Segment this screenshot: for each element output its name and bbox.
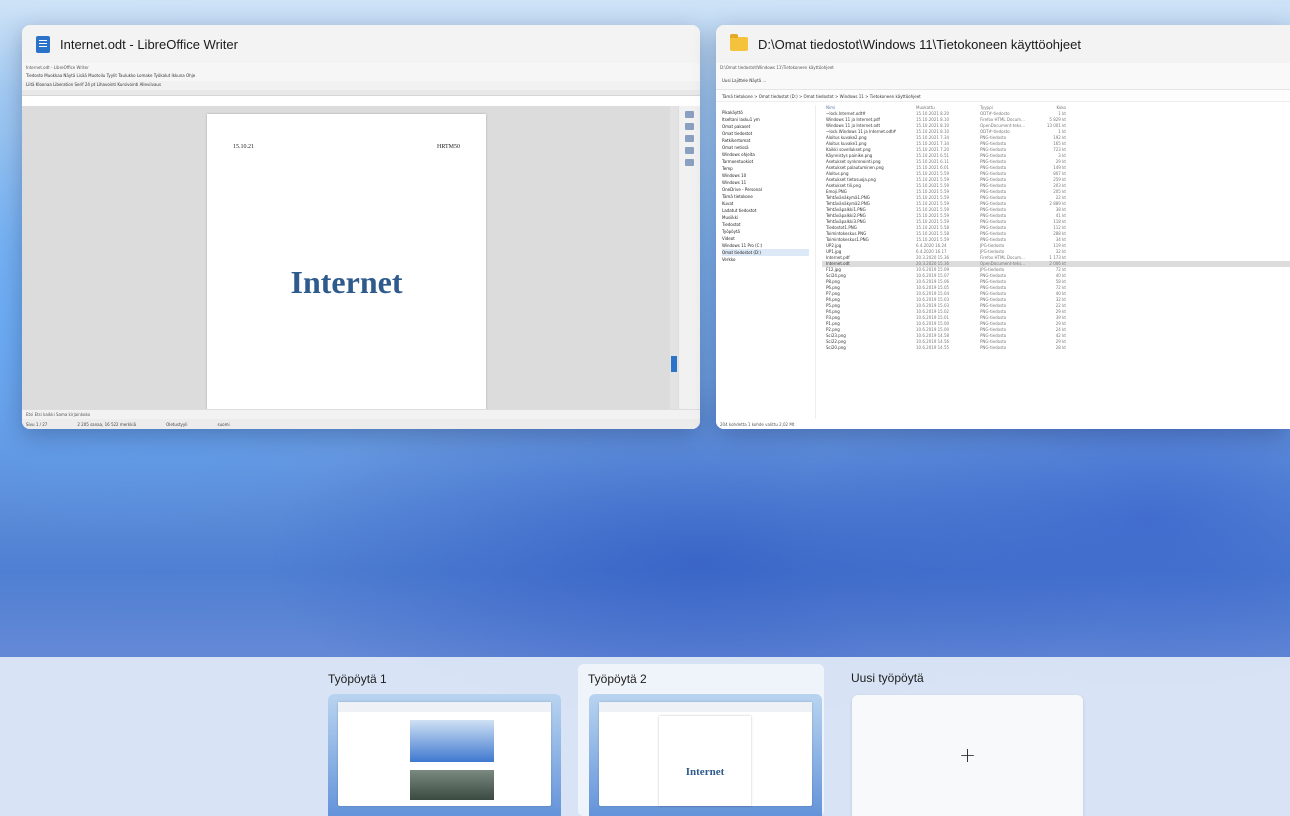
desktop-2[interactable]: Työpöytä 2 Internet [578,664,824,816]
page-header-right: HRTM50 [437,144,460,150]
navigator-icon [685,147,694,154]
nav-item[interactable]: Omat pakaset [722,123,809,130]
nav-item[interactable]: Omat tiedostot [722,130,809,137]
nav-item[interactable]: Tiedostot [722,221,809,228]
writer-toolbar: Liitä Kloonaa Liberation Serif 24 pt Lih… [22,81,700,90]
writer-window-preview: Internet.odt - LibreOffice Writer Tiedos… [22,63,700,429]
explorer-status-bar: 204 kohdetta 1 kohde valittu 2,02 Mt [716,419,1290,429]
file-cell: Sci20.png [826,345,846,350]
nav-item[interactable]: Windows 11 Pro (C:) [722,242,809,249]
nav-item[interactable]: Temp [722,165,809,172]
page-header-left: 15.10.21 [233,144,254,150]
writer-document-icon [36,35,50,53]
explorer-navigation-pane: Pikakäyttö Itseltani lasku1 ym Omat pakase… [716,105,816,419]
writer-window-title: Internet.odt - LibreOffice Writer [60,36,238,52]
nav-item[interactable]: Ladatut tiedostot [722,207,809,214]
thumb-page-heading: Internet [685,766,725,778]
writer-document-area: 15.10.21 HRTM50 Internet [22,106,678,419]
nav-item[interactable]: Windows 11 [722,179,809,186]
desktop-2-label: Työpöytä 2 [588,672,647,686]
file-cell: PNG-tiedosto [980,345,1007,350]
explorer-window-card[interactable]: D:\Omat tiedostot\Windows 11\Tietokoneen… [716,25,1290,429]
nav-item[interactable]: Pikakäyttö [722,109,809,116]
new-desktop-button[interactable]: + [852,695,1083,816]
nav-item[interactable]: Windows ohjeita [722,151,809,158]
explorer-file-list: Nimi Muokattu Tyyppi Koko ~lock.Internet.odt… [822,105,1290,419]
desktop-2-window-preview: Internet [599,702,812,806]
nav-item[interactable]: Omat netissä [722,144,809,151]
desktop-2-thumbnail[interactable]: Internet [589,694,822,816]
nav-item[interactable]: Itseltani lasku1 ym [722,116,809,123]
status-page: Sivu 1 / 27 [26,422,48,427]
page-icon [685,159,694,166]
desktop-1[interactable]: Työpöytä 1 [328,664,574,816]
writer-ruler [22,90,700,96]
scroll-thumb [671,356,677,372]
nav-item[interactable]: Verkko [722,256,809,263]
explorer-window-title: D:\Omat tiedostot\Windows 11\Tietokoneen… [758,36,1082,52]
nav-item[interactable]: Tämä tietokone [722,193,809,200]
properties-icon [685,111,694,118]
explorer-window-header[interactable]: D:\Omat tiedostot\Windows 11\Tietokoneen… [716,25,1290,63]
folder-icon [730,34,748,51]
status-words: 2 205 sanaa, 16 522 merkkiä [77,422,137,427]
nav-item[interactable]: Videot [722,235,809,242]
nav-item[interactable]: Tarmoentuokiot [722,158,809,165]
nav-item[interactable]: Musiikki [722,214,809,221]
nav-item[interactable]: Retkikertomat [722,137,809,144]
writer-menu-bar: Tiedosto Muokkaa Näytä Lisää Muotoilu Ty… [22,72,700,81]
explorer-toolbar: Uusi Lajittele Näytä ... [716,72,1290,90]
styles-icon [685,123,694,130]
writer-vertical-scrollbar [670,106,678,419]
file-cell: 10.6.2019 14.55 [916,345,950,350]
writer-status-bar: Sivu 1 / 27 2 205 sanaa, 16 522 merkkiä … [22,419,700,429]
plus-icon: + [959,743,976,767]
gallery-icon [685,135,694,142]
status-language: suomi [217,422,230,427]
new-desktop-label: Uusi työpöytä [851,671,924,685]
explorer-address-bar: Tämä tietokone > Omat tiedostot (D:) > O… [716,90,1290,102]
file-row[interactable]: Sci20.png 10.6.2019 14.55 PNG-tiedosto 28 k… [822,345,1290,351]
desktop-1-window-preview [338,702,551,806]
desktop-1-label: Työpöytä 1 [328,672,387,686]
writer-page: 15.10.21 HRTM50 Internet [207,114,486,414]
explorer-window-preview: D:\Omat tiedostot\Windows 11\Tietokoneen… [716,63,1290,429]
desktop-1-thumbnail[interactable] [328,694,561,816]
status-style: Oletustyyli [166,422,188,427]
page-heading: Internet [290,264,403,300]
writer-inner-title: Internet.odt - LibreOffice Writer [22,63,700,72]
nav-item[interactable]: Omat tiedostot (D:) [722,249,809,256]
nav-item[interactable]: Windows 10 [722,172,809,179]
file-cell: 28 kt [1055,345,1066,350]
writer-find-bar: Etsi Etsi kaikki Sama kirjainkoko [22,409,700,419]
nav-item[interactable]: Työpöytä [722,228,809,235]
writer-window-card[interactable]: Internet.odt - LibreOffice Writer Intern… [22,25,700,429]
writer-window-header[interactable]: Internet.odt - LibreOffice Writer [22,25,700,63]
nav-item[interactable]: Kuvat [722,200,809,207]
writer-sidebar [678,106,700,419]
explorer-inner-title: D:\Omat tiedostot\Windows 11\Tietokoneen… [716,63,1290,72]
nav-item[interactable]: OneDrive - Personal [722,186,809,193]
